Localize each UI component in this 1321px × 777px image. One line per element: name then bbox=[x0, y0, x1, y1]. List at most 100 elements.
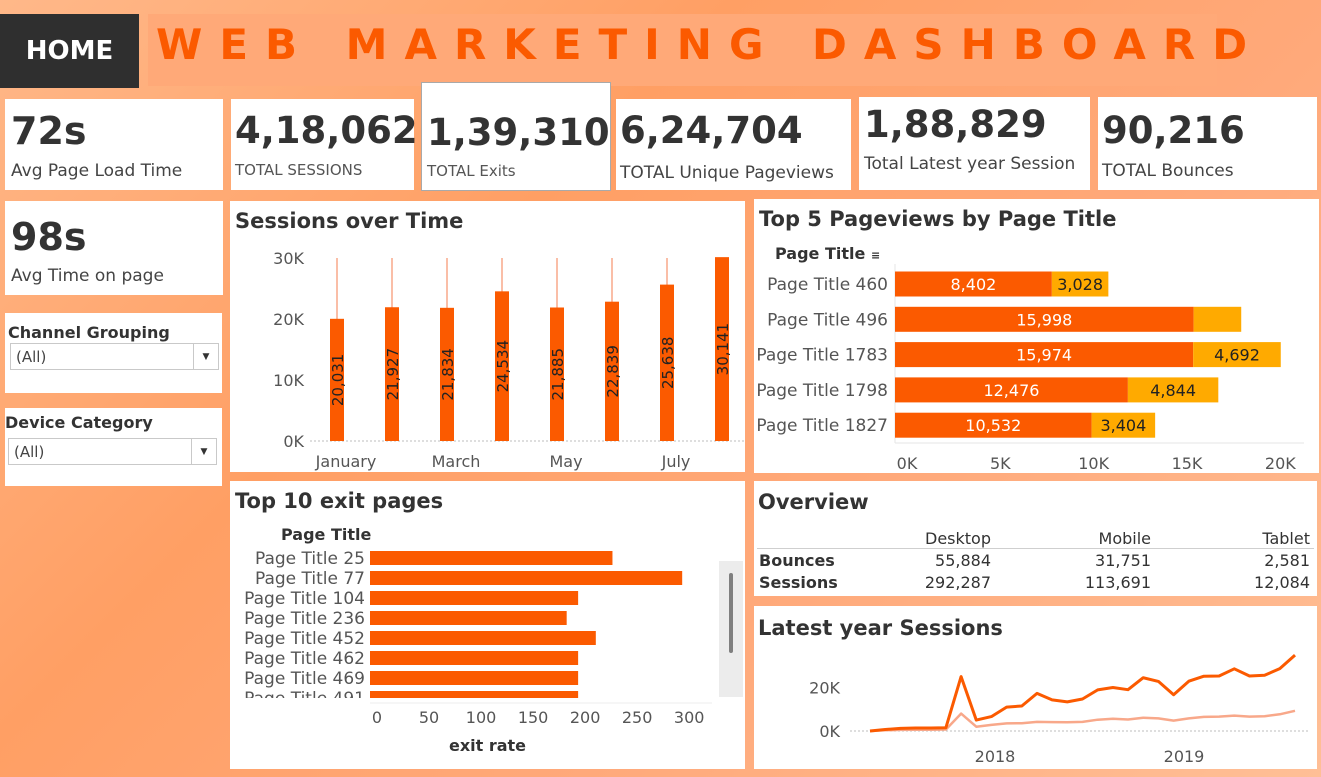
kpi-value: 1,88,829 bbox=[864, 103, 1047, 146]
bar-value-label: 4,692 bbox=[1214, 346, 1260, 365]
bar-value-label: 21,885 bbox=[549, 348, 567, 401]
kpi-avg-time-on-page: 98s Avg Time on page bbox=[5, 201, 223, 295]
x-tick-label: July bbox=[661, 452, 691, 471]
sessions-over-time-chart: 0K 10K 20K 30K 20,031 21,927 21,834 24,534 21,88… bbox=[273, 249, 745, 471]
channel-grouping-select[interactable]: (All) ▼ bbox=[10, 343, 219, 370]
bar-value-label: 15,974 bbox=[1016, 346, 1072, 365]
kpi-total-exits[interactable]: 1,39,310 TOTAL Exits bbox=[421, 82, 611, 191]
scrollbar-track[interactable] bbox=[719, 561, 743, 697]
table-cell: 2,581 bbox=[1264, 551, 1310, 570]
x-tick-label: 5K bbox=[990, 454, 1011, 473]
latest-year-sessions-card: Latest year Sessions 0K 20K 2018 2019 bbox=[754, 606, 1317, 769]
category-label: Page Title 1827 bbox=[756, 416, 888, 436]
category-label: Page Title 462 bbox=[244, 649, 365, 669]
scrollbar-thumb[interactable] bbox=[729, 573, 733, 653]
overview-card: Overview Desktop Mobile Tablet Bounces 5… bbox=[754, 481, 1317, 596]
category-label: Page Title 469 bbox=[244, 669, 365, 689]
bar bbox=[370, 551, 613, 565]
row-label-sessions: Sessions bbox=[759, 573, 838, 592]
kpi-label: Avg Page Load Time bbox=[11, 161, 183, 181]
category-label: Page Title 25 bbox=[255, 549, 365, 569]
x-tick-label: 250 bbox=[622, 708, 653, 727]
header-divider bbox=[757, 548, 1314, 549]
column-header-desktop: Desktop bbox=[925, 529, 991, 548]
table-cell: 12,084 bbox=[1254, 573, 1310, 592]
y-tick-label: 0K bbox=[819, 722, 840, 741]
kpi-label: TOTAL Exits bbox=[427, 162, 516, 180]
category-label: Page Title 1783 bbox=[756, 346, 888, 366]
bar-value-label: 8,402 bbox=[951, 275, 997, 294]
device-category-select[interactable]: (All) ▼ bbox=[8, 438, 217, 465]
table-cell: 292,287 bbox=[924, 573, 991, 592]
kpi-value: 98s bbox=[11, 215, 87, 259]
x-tick-label: 50 bbox=[419, 708, 439, 727]
top5-pageviews-card: Top 5 Pageviews by Page Title Page Title… bbox=[754, 199, 1319, 473]
x-tick-label: 15K bbox=[1172, 454, 1203, 473]
bar-value-label: 22,839 bbox=[604, 345, 622, 398]
bars-group: Page Title 25Page Title 77Page Title 104… bbox=[244, 549, 683, 709]
kpi-unique-pageviews: 6,24,704 TOTAL Unique Pageviews bbox=[616, 99, 851, 190]
sessions-over-time-card: Sessions over Time 0K 10K 20K 30K 20,031 21,9… bbox=[230, 201, 745, 472]
bar bbox=[370, 591, 579, 605]
table-cell: 113,691 bbox=[1084, 573, 1151, 592]
x-tick-label: 0K bbox=[897, 454, 918, 473]
bar bbox=[370, 571, 683, 585]
bar bbox=[370, 611, 567, 625]
kpi-label: Total Latest year Session bbox=[864, 154, 1076, 174]
y-tick-label: 30K bbox=[273, 249, 304, 268]
bar-segment bbox=[1193, 306, 1242, 332]
table-cell: 31,751 bbox=[1095, 551, 1151, 570]
dashboard-title: WEB MARKETING DASHBOARD bbox=[156, 20, 1265, 69]
kpi-value: 6,24,704 bbox=[620, 109, 803, 152]
top10-exit-pages-card: Top 10 exit pages Page Title Page Title … bbox=[230, 481, 745, 769]
x-tick-label: January bbox=[315, 452, 377, 471]
bar-value-label: 12,476 bbox=[983, 381, 1039, 400]
kpi-label: Avg Time on page bbox=[11, 266, 164, 286]
kpi-value: 72s bbox=[11, 109, 87, 153]
y-tick-label: 20K bbox=[273, 310, 304, 329]
x-tick-label: 0 bbox=[372, 708, 382, 727]
bar-value-label: 3,404 bbox=[1100, 416, 1146, 435]
bar-value-label: 3,028 bbox=[1057, 275, 1103, 294]
top10-exit-pages-chart: Page Title 25Page Title 77Page Title 104… bbox=[244, 549, 712, 727]
channel-grouping-filter: Channel Grouping (All) ▼ bbox=[5, 313, 222, 393]
kpi-label: TOTAL Unique Pageviews bbox=[620, 163, 834, 183]
kpi-label: TOTAL SESSIONS bbox=[235, 161, 363, 179]
x-tick-label: 100 bbox=[466, 708, 497, 727]
bar bbox=[370, 671, 579, 685]
x-tick-label: 200 bbox=[570, 708, 601, 727]
category-label: Page Title 460 bbox=[767, 275, 888, 295]
bar-value-label: 4,844 bbox=[1150, 381, 1196, 400]
kpi-value: 4,18,062 bbox=[235, 109, 418, 152]
column-header-mobile: Mobile bbox=[1098, 529, 1151, 548]
chevron-down-icon[interactable]: ▼ bbox=[191, 439, 216, 464]
x-axis-label: exit rate bbox=[448, 736, 527, 755]
x-tick-label: March bbox=[432, 452, 481, 471]
home-button[interactable]: HOME bbox=[0, 14, 139, 88]
chevron-down-icon[interactable]: ▼ bbox=[193, 344, 218, 369]
kpi-value: 1,39,310 bbox=[427, 111, 610, 154]
kpi-label: TOTAL Bounces bbox=[1102, 161, 1234, 181]
device-category-filter: Device Category (All) ▼ bbox=[5, 408, 222, 486]
x-tick-label: 2019 bbox=[1164, 747, 1205, 766]
bar bbox=[370, 631, 596, 645]
row-label-bounces: Bounces bbox=[759, 551, 835, 570]
category-label: Page Title 491 bbox=[244, 689, 365, 709]
category-label: Page Title 236 bbox=[244, 609, 365, 629]
y-tick-label: 10K bbox=[273, 371, 304, 390]
select-value: (All) bbox=[16, 348, 47, 366]
kpi-total-sessions: 4,18,062 TOTAL SESSIONS bbox=[231, 99, 418, 190]
y-tick-label: 0K bbox=[283, 432, 304, 451]
kpi-total-bounces: 90,216 TOTAL Bounces bbox=[1098, 97, 1317, 190]
x-tick-label: 150 bbox=[518, 708, 549, 727]
bar-value-label: 15,998 bbox=[1016, 310, 1072, 329]
filter-label: Channel Grouping bbox=[8, 323, 170, 342]
category-label: Page Title 77 bbox=[255, 569, 365, 589]
bar-value-label: 20,031 bbox=[329, 354, 347, 407]
column-header-tablet: Tablet bbox=[1262, 529, 1310, 548]
category-label: Page Title 496 bbox=[767, 310, 888, 330]
bar-value-label: 21,927 bbox=[384, 348, 402, 401]
bar-value-label: 21,834 bbox=[439, 348, 457, 401]
select-value: (All) bbox=[14, 443, 45, 461]
bar-value-label: 10,532 bbox=[965, 416, 1021, 435]
